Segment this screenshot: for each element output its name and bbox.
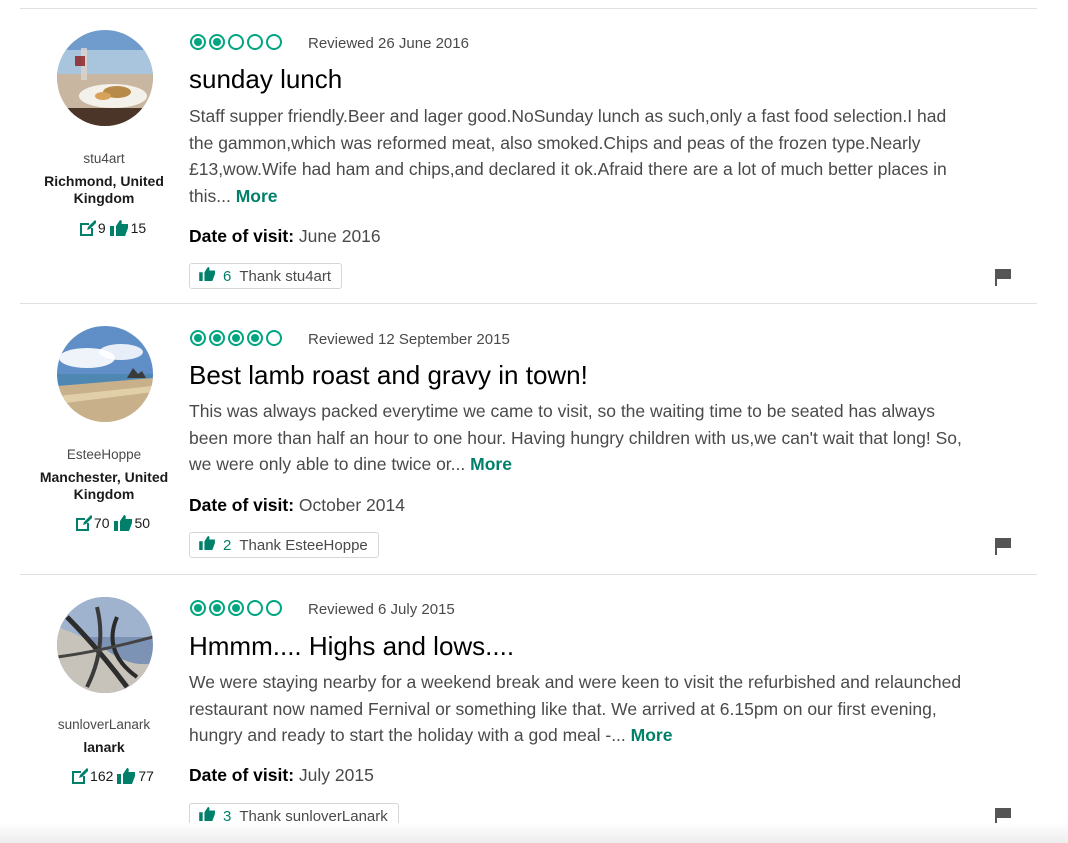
rating-bubble-empty	[247, 34, 263, 50]
review-text: Staff supper friendly.Beer and lager goo…	[189, 103, 969, 209]
rating-bubble-empty	[266, 330, 282, 346]
review-count: 70	[93, 515, 110, 531]
date-of-visit-label: Date of visit:	[189, 495, 295, 515]
review-count-icon	[70, 767, 89, 785]
username[interactable]: stu4art	[20, 151, 188, 166]
helpful-votes-count: 15	[130, 220, 147, 236]
thank-label: Thank EsteeHoppe	[239, 536, 368, 554]
user-stats: 9 15	[20, 218, 208, 238]
more-link[interactable]: More	[631, 725, 673, 745]
review-divider	[20, 574, 1037, 575]
thank-button[interactable]: 2 Thank EsteeHoppe	[189, 532, 379, 558]
rating-bubbles	[190, 600, 282, 616]
report-flag-icon[interactable]	[994, 268, 1012, 291]
review-title[interactable]: Best lamb roast and gravy in town!	[189, 360, 588, 391]
rating-bubble-filled	[209, 34, 225, 50]
more-link[interactable]: More	[236, 186, 278, 206]
rating-bubbles	[190, 34, 282, 50]
reviewed-date: Reviewed 6 July 2015	[308, 601, 455, 618]
date-of-visit-value: June 2016	[298, 226, 381, 246]
thumbs-up-icon	[199, 536, 216, 554]
user-avatar[interactable]	[57, 597, 153, 693]
user-location: Manchester, United Kingdom	[39, 469, 169, 502]
bottom-fade	[0, 823, 1068, 843]
thumbs-up-icon	[199, 267, 216, 285]
user-avatar[interactable]	[57, 326, 153, 422]
helpful-votes-icon	[109, 220, 129, 236]
helpful-votes-count: 50	[134, 515, 151, 531]
rating-bubble-empty	[228, 34, 244, 50]
user-stats: 162 77	[20, 766, 208, 786]
user-location: Richmond, United Kingdom	[44, 173, 164, 206]
date-of-visit: Date of visit: June 2016	[189, 226, 381, 247]
thank-label: Thank sunloverLanark	[239, 807, 388, 825]
date-of-visit-value: July 2015	[298, 765, 374, 785]
date-of-visit-label: Date of visit:	[189, 226, 295, 246]
reviewed-date: Reviewed 26 June 2016	[308, 35, 469, 52]
reviewed-date: Reviewed 12 September 2015	[308, 331, 510, 348]
review-text-content: This was always packed everytime we came…	[189, 401, 962, 474]
thank-label: Thank stu4art	[239, 267, 332, 285]
date-of-visit-label: Date of visit:	[189, 765, 295, 785]
review-text-content: Staff supper friendly.Beer and lager goo…	[189, 106, 947, 206]
rating-bubble-filled	[190, 34, 206, 50]
helpful-votes-icon	[117, 768, 136, 784]
review-text: We were staying nearby for a weekend bre…	[189, 669, 969, 749]
review-title[interactable]: Hmmm.... Highs and lows....	[189, 631, 514, 662]
rating-bubbles	[190, 330, 282, 346]
review-title[interactable]: sunday lunch	[189, 64, 342, 95]
user-location: lanark	[83, 739, 125, 755]
thank-count: 6	[223, 267, 232, 285]
date-of-visit: Date of visit: October 2014	[189, 495, 405, 516]
review-text-content: We were staying nearby for a weekend bre…	[189, 672, 962, 745]
rating-bubble-empty	[266, 600, 282, 616]
rating-bubble-filled	[228, 330, 244, 346]
more-link[interactable]: More	[470, 454, 512, 474]
helpful-votes-count: 77	[138, 768, 154, 784]
rating-bubble-filled	[209, 330, 225, 346]
thank-count: 2	[223, 536, 232, 554]
thank-count: 3	[223, 807, 232, 825]
user-avatar[interactable]	[57, 30, 153, 126]
review-count-icon	[74, 514, 92, 532]
user-stats: 70 50	[20, 513, 208, 533]
date-of-visit: Date of visit: July 2015	[189, 765, 374, 786]
rating-bubble-filled	[190, 600, 206, 616]
review-divider	[20, 8, 1037, 9]
report-flag-icon[interactable]	[994, 537, 1012, 560]
review-text: This was always packed everytime we came…	[189, 398, 969, 478]
thank-button[interactable]: 6 Thank stu4art	[189, 263, 343, 289]
rating-bubble-empty	[247, 600, 263, 616]
rating-bubble-filled	[209, 600, 225, 616]
review-count: 162	[90, 768, 114, 784]
review-count-icon	[78, 219, 96, 237]
rating-bubble-empty	[266, 34, 282, 50]
username[interactable]: EsteeHoppe	[20, 447, 188, 462]
username[interactable]: sunloverLanark	[20, 717, 188, 732]
review-count: 9	[97, 220, 106, 236]
rating-bubble-filled	[228, 600, 244, 616]
date-of-visit-value: October 2014	[298, 495, 405, 515]
rating-bubble-filled	[247, 330, 263, 346]
helpful-votes-icon	[113, 515, 133, 531]
rating-bubble-filled	[190, 330, 206, 346]
review-divider	[20, 303, 1037, 304]
